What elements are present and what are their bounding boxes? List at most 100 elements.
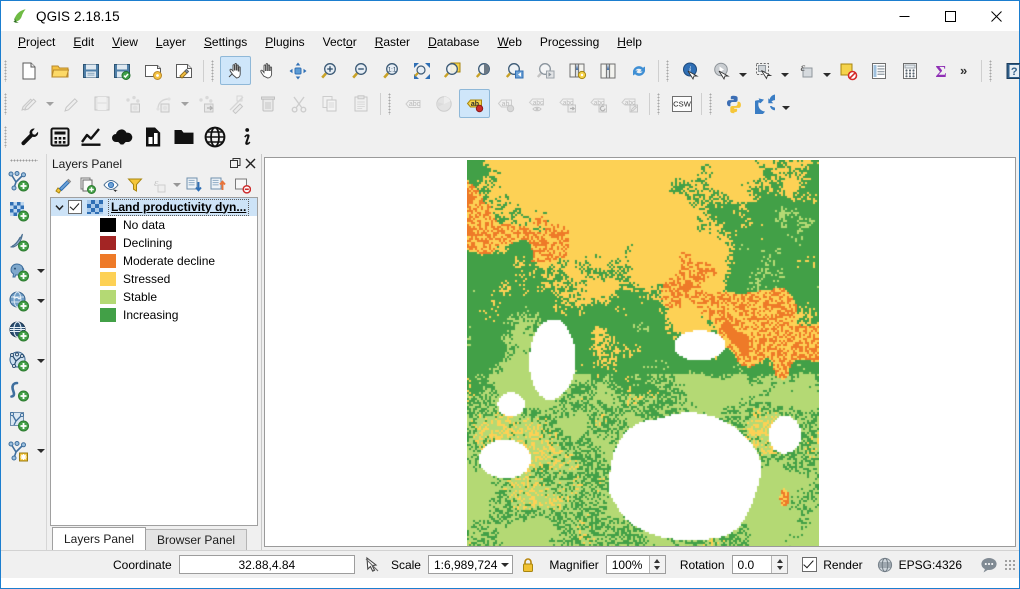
collapse-all-button[interactable] <box>206 174 230 197</box>
menu-layer[interactable]: Layer <box>147 33 195 51</box>
layer-labeling-options-button[interactable]: abc <box>397 89 428 118</box>
field-calculator-button[interactable] <box>894 56 925 85</box>
menu-raster[interactable]: Raster <box>366 33 419 51</box>
tab-browser-panel[interactable]: Browser Panel <box>145 529 248 550</box>
metasearch-csw-button[interactable]: CSW <box>666 89 697 118</box>
menu-processing[interactable]: Processing <box>531 33 608 51</box>
render-checkbox-group[interactable]: Render <box>802 557 863 572</box>
map-canvas[interactable] <box>264 157 1016 547</box>
select-by-expression-caret[interactable] <box>821 57 832 84</box>
zoom-to-layer-button[interactable] <box>468 56 499 85</box>
open-project-button[interactable] <box>44 56 75 85</box>
zoom-in-button[interactable] <box>313 56 344 85</box>
toolbar-grip[interactable] <box>3 126 10 148</box>
refresh-button[interactable] <box>623 56 654 85</box>
select-features-button[interactable] <box>748 56 779 85</box>
menu-settings[interactable]: Settings <box>195 33 256 51</box>
run-feature-action-button[interactable] <box>706 56 737 85</box>
land-productivity-raster[interactable] <box>467 160 819 546</box>
open-layer-styling-panel-button[interactable] <box>51 174 75 197</box>
add-wfs-layer-button[interactable] <box>3 346 35 376</box>
toolbar-grip[interactable] <box>9 157 38 164</box>
magnifier-spinbox[interactable]: 100% <box>605 555 666 574</box>
menu-database[interactable]: Database <box>419 33 488 51</box>
crs-status-label[interactable]: EPSG:4326 <box>899 558 962 572</box>
new-map-view-button[interactable] <box>561 56 592 85</box>
layer-tree-item-land-productivity[interactable]: Land productivity dyn... <box>51 198 257 216</box>
new-print-composer-button[interactable] <box>137 56 168 85</box>
help-contents-button[interactable]: ? <box>998 56 1020 85</box>
add-postgis-layer-button[interactable] <box>3 256 35 286</box>
expand-collapse-icon[interactable] <box>51 203 68 212</box>
add-postgis-layer-caret[interactable] <box>35 258 46 285</box>
deselect-features-button[interactable] <box>832 56 863 85</box>
trends-earth-download-button[interactable] <box>106 123 137 152</box>
toggle-extents-mouse-position-icon[interactable] <box>363 556 381 574</box>
zoom-next-button[interactable] <box>530 56 561 85</box>
filter-legend-expression-button[interactable]: ε <box>147 174 171 197</box>
zoom-out-button[interactable] <box>344 56 375 85</box>
add-wms-layer-button[interactable] <box>3 316 35 346</box>
delete-selected-button[interactable] <box>252 89 283 118</box>
toolbar-grip[interactable] <box>3 92 10 115</box>
plugin-manager-caret[interactable] <box>780 90 791 117</box>
toolbar-grip[interactable] <box>665 59 672 82</box>
trends-earth-report-button[interactable] <box>137 123 168 152</box>
cut-features-button[interactable] <box>283 89 314 118</box>
identify-features-button[interactable]: i <box>675 56 706 85</box>
layer-tree[interactable]: Land productivity dyn... No data Declini… <box>50 197 258 526</box>
add-wfs-layer-caret[interactable] <box>35 348 46 375</box>
toolbar-overflow-button[interactable]: » <box>956 63 971 78</box>
show-hide-labels-button[interactable]: abc <box>521 89 552 118</box>
magnifier-stepper[interactable] <box>648 556 665 573</box>
menu-plugins[interactable]: Plugins <box>256 33 313 51</box>
layer-visibility-checkbox[interactable] <box>68 200 82 214</box>
scale-combobox[interactable]: 1:6,989,724 <box>427 555 514 574</box>
paste-features-button[interactable] <box>345 89 376 118</box>
filter-legend-button[interactable] <box>123 174 147 197</box>
current-edits-button[interactable] <box>13 89 44 118</box>
toolbar-grip[interactable] <box>387 92 394 115</box>
current-edits-caret[interactable] <box>44 90 55 117</box>
toolbar-grip[interactable] <box>656 92 663 115</box>
filter-legend-expression-caret[interactable] <box>171 175 182 196</box>
save-project-as-button[interactable] <box>106 56 137 85</box>
add-feature-line-button[interactable] <box>148 89 179 118</box>
map-view-button[interactable] <box>592 56 623 85</box>
menu-help[interactable]: Help <box>608 33 651 51</box>
statistical-summary-button[interactable]: Σ <box>925 56 956 85</box>
copy-features-button[interactable] <box>314 89 345 118</box>
add-spatialite-layer-button[interactable] <box>3 286 35 316</box>
rotate-label-button[interactable]: abc <box>583 89 614 118</box>
move-feature-button[interactable] <box>190 89 221 118</box>
new-shapefile-layer-button[interactable] <box>3 406 35 436</box>
menu-web[interactable]: Web <box>488 33 530 51</box>
expand-all-button[interactable] <box>182 174 206 197</box>
minimize-button[interactable] <box>881 1 927 31</box>
rotation-stepper[interactable] <box>771 556 788 573</box>
trends-earth-load-button[interactable] <box>168 123 199 152</box>
graphical-modeler-button[interactable] <box>44 123 75 152</box>
lock-scale-icon[interactable] <box>521 557 535 573</box>
render-checkbox[interactable] <box>802 557 818 572</box>
add-group-button[interactable] <box>75 174 99 197</box>
toolbar-grip[interactable] <box>210 59 217 82</box>
results-viewer-button[interactable] <box>75 123 106 152</box>
highlight-labels-button[interactable]: ab <box>490 89 521 118</box>
tab-layers-panel[interactable]: Layers Panel <box>52 527 147 550</box>
run-feature-action-caret[interactable] <box>737 57 748 84</box>
composer-manager-button[interactable] <box>168 56 199 85</box>
add-vector-layer-button[interactable] <box>3 166 35 196</box>
new-memory-layer-button[interactable] <box>3 436 35 466</box>
zoom-last-button[interactable] <box>499 56 530 85</box>
touch-zoom-pan-button[interactable] <box>282 56 313 85</box>
menu-view[interactable]: View <box>103 33 147 51</box>
maximize-button[interactable] <box>927 1 973 31</box>
coordinate-input[interactable]: 32.88,4.84 <box>178 555 355 574</box>
toolbar-grip[interactable] <box>3 59 10 82</box>
close-panel-button[interactable] <box>243 156 258 171</box>
zoom-native-resolution-button[interactable]: 1:1 <box>375 56 406 85</box>
add-spatialite-layer-caret[interactable] <box>35 288 46 315</box>
select-by-expression-button[interactable]: ε <box>790 56 821 85</box>
zoom-to-selection-button[interactable] <box>437 56 468 85</box>
